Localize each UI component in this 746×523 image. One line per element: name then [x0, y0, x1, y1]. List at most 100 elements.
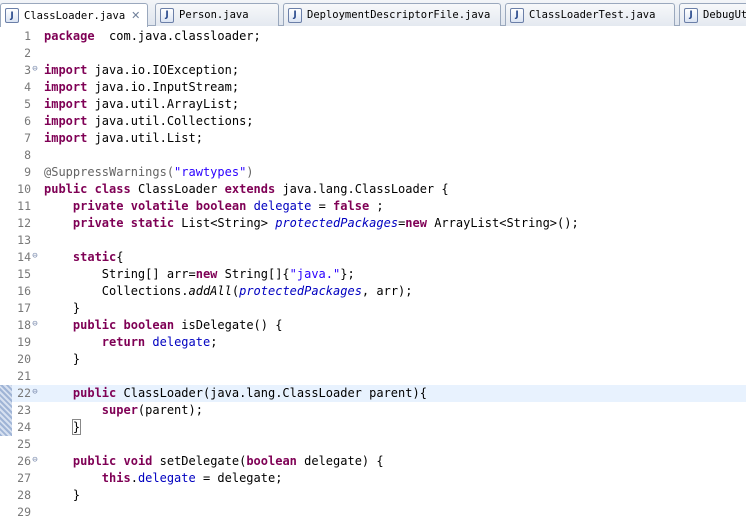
fold-collapse-icon[interactable]: ⊖ [31, 65, 39, 74]
line-number: 26 [17, 454, 31, 468]
fold-collapse-icon[interactable]: ⊖ [31, 388, 39, 397]
code-line[interactable]: 19 return delegate; [0, 334, 746, 351]
line-number: 15 [17, 267, 31, 281]
code-line[interactable]: 23 super(parent); [0, 402, 746, 419]
code-line[interactable]: 25 [0, 436, 746, 453]
code-text: public class ClassLoader extends java.la… [44, 182, 449, 196]
code-text: super(parent); [101, 403, 203, 417]
line-number: 21 [17, 369, 31, 383]
code-line[interactable]: 3 ⊖ import java.io.IOException; [0, 62, 746, 79]
code-line[interactable]: 20 } [0, 351, 746, 368]
line-number: 23 [17, 403, 31, 417]
line-number: 18 [17, 318, 31, 332]
code-line[interactable]: 14 ⊖ static{ [0, 249, 746, 266]
code-text: static{ [72, 250, 124, 264]
code-line[interactable]: 17 } [0, 300, 746, 317]
line-number: 14 [17, 250, 31, 264]
code-text: import java.util.List; [44, 131, 203, 145]
code-text: public ClassLoader(java.lang.ClassLoader… [72, 386, 427, 400]
line-number: 13 [17, 233, 31, 247]
code-text: } [44, 352, 81, 366]
close-icon[interactable]: ✕ [131, 9, 140, 22]
line-number: 12 [17, 216, 31, 230]
code-line[interactable]: 22 ⊖ public ClassLoader(java.lang.ClassLo… [0, 385, 746, 402]
code-text: } [71, 419, 82, 435]
line-number: 3 [24, 63, 31, 77]
code-line[interactable]: 9 @SuppressWarnings("rawtypes") [0, 164, 746, 181]
code-line[interactable]: 18 ⊖ public boolean isDelegate() { [0, 317, 746, 334]
code-line[interactable]: 8 [0, 147, 746, 164]
code-text: } [44, 488, 81, 502]
code-line[interactable]: 27 this.delegate = delegate; [0, 470, 746, 487]
code-line[interactable]: 7 import java.util.List; [0, 130, 746, 147]
code-text: public void setDelegate(boolean delegate… [72, 454, 384, 468]
code-line[interactable]: 13 [0, 232, 746, 249]
code-line[interactable]: 29 [0, 504, 746, 521]
code-text: private static List<String> protectedPac… [72, 216, 579, 230]
editor-tab-bar: J ClassLoader.java ✕ J Person.java J Deploymen… [0, 0, 746, 27]
line-number: 27 [17, 471, 31, 485]
code-text: import java.util.Collections; [44, 114, 254, 128]
line-number: 2 [24, 46, 31, 60]
code-line[interactable]: 16 Collections.addAll(protectedPackages,… [0, 283, 746, 300]
code-line[interactable]: 12 private static List<String> protected… [0, 215, 746, 232]
java-file-icon: J [160, 7, 174, 23]
code-editor[interactable]: 1 package com.java.classloader; 2 3 ⊖ import … [0, 26, 746, 523]
line-number: 24 [17, 420, 31, 434]
fold-collapse-icon[interactable]: ⊖ [31, 252, 39, 261]
java-file-icon: J [288, 7, 302, 23]
code-line[interactable]: 1 package com.java.classloader; [0, 28, 746, 45]
line-number: 8 [24, 148, 31, 162]
code-text: Collections.addAll(protectedPackages, ar… [44, 284, 413, 298]
fold-collapse-icon[interactable]: ⊖ [31, 456, 39, 465]
code-line[interactable]: 10 public class ClassLoader extends java.… [0, 181, 746, 198]
tab-classloader-java[interactable]: J ClassLoader.java ✕ [0, 3, 148, 27]
tab-label: DeploymentDescriptorFile.java [307, 9, 491, 21]
code-line[interactable]: 4 import java.io.InputStream; [0, 79, 746, 96]
code-text: public boolean isDelegate() { [72, 318, 283, 332]
java-file-icon: J [5, 8, 19, 23]
code-text: import java.io.InputStream; [44, 80, 240, 94]
java-file-icon: J [684, 7, 698, 23]
tab-label: ClassLoaderTest.java [529, 9, 656, 21]
tab-label: DebugUtil [703, 9, 746, 21]
code-line[interactable]: 2 [0, 45, 746, 62]
code-text: private volatile boolean delegate = fals… [72, 199, 384, 213]
line-number: 6 [24, 114, 31, 128]
code-line[interactable]: 28 } [0, 487, 746, 504]
line-number: 19 [17, 335, 31, 349]
code-line[interactable]: 11 private volatile boolean delegate = f… [0, 198, 746, 215]
line-number: 25 [17, 437, 31, 451]
code-line[interactable]: 21 [0, 368, 746, 385]
code-text: } [44, 301, 81, 315]
code-text: import java.io.IOException; [44, 63, 240, 77]
tab-person-java[interactable]: J Person.java [155, 3, 279, 26]
java-file-icon: J [510, 7, 524, 23]
tab-label: Person.java [179, 9, 249, 21]
fold-collapse-icon[interactable]: ⊖ [31, 320, 39, 329]
line-number: 1 [24, 29, 31, 43]
line-number: 22 [17, 386, 31, 400]
line-number: 29 [17, 505, 31, 519]
code-line[interactable]: 24 } [0, 419, 746, 436]
code-line[interactable]: 6 import java.util.Collections; [0, 113, 746, 130]
line-number: 11 [17, 199, 31, 213]
line-number: 9 [24, 165, 31, 179]
code-line[interactable]: 26 ⊖ public void setDelegate(boolean dele… [0, 453, 746, 470]
line-number: 7 [24, 131, 31, 145]
line-number: 17 [17, 301, 31, 315]
tab-debugutil[interactable]: J DebugUtil [679, 3, 746, 26]
line-number: 4 [24, 80, 31, 94]
line-number: 28 [17, 488, 31, 502]
line-number: 10 [17, 182, 31, 196]
code-text: @SuppressWarnings("rawtypes") [44, 165, 254, 179]
code-line[interactable]: 15 String[] arr=new String[]{"java."}; [0, 266, 746, 283]
code-text: import java.util.ArrayList; [44, 97, 240, 111]
tab-deploymentdescriptorfile-java[interactable]: J DeploymentDescriptorFile.java [283, 3, 501, 26]
line-number: 16 [17, 284, 31, 298]
tab-label: ClassLoader.java [24, 9, 126, 22]
code-line[interactable]: 5 import java.util.ArrayList; [0, 96, 746, 113]
line-number: 5 [24, 97, 31, 111]
line-number: 20 [17, 352, 31, 366]
tab-classloadertest-java[interactable]: J ClassLoaderTest.java [505, 3, 675, 26]
